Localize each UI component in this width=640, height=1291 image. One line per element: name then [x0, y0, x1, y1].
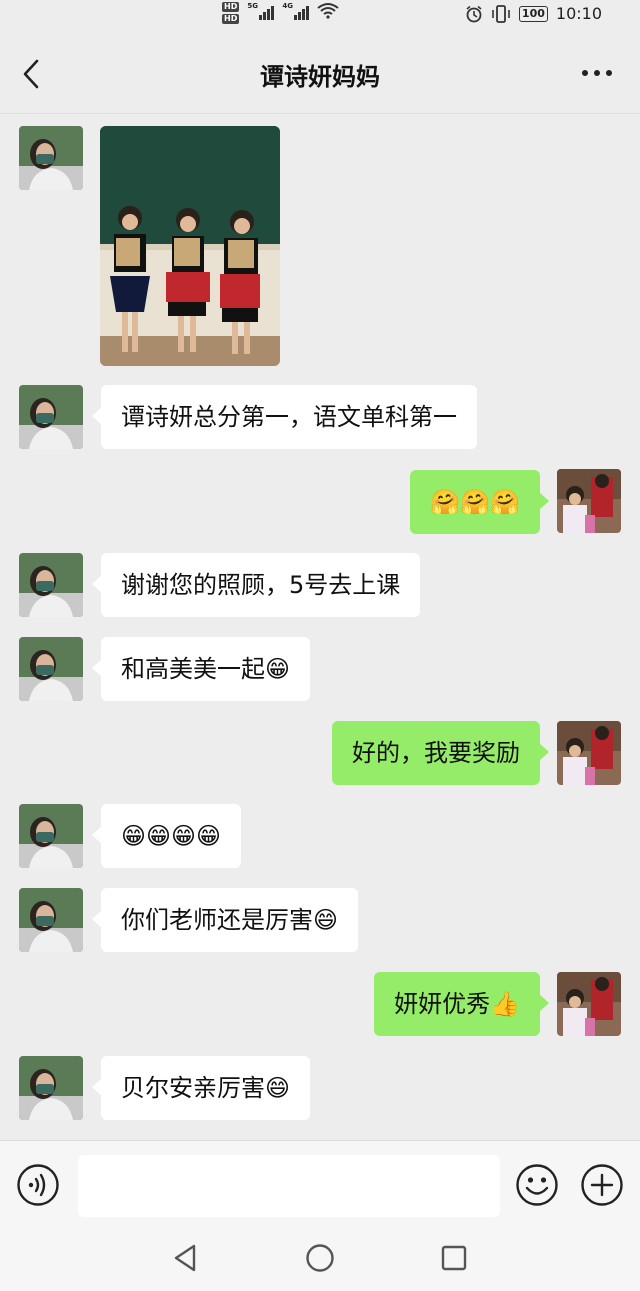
- message-bubble-incoming[interactable]: 😁😁😁😁: [91, 804, 242, 868]
- hd-badge: HD: [222, 14, 240, 24]
- message-bubble-outgoing[interactable]: 🤗🤗🤗: [410, 470, 549, 534]
- network-type: 4G: [282, 2, 293, 10]
- message-bubble-outgoing[interactable]: 妍妍优秀👍: [374, 972, 549, 1036]
- network-type: 5G: [247, 2, 258, 10]
- nav-recent-icon[interactable]: [438, 1242, 470, 1274]
- contact-avatar[interactable]: [19, 1056, 83, 1120]
- status-right: 100 10:10: [465, 4, 602, 23]
- message-bubble-outgoing[interactable]: 好的，我要奖励: [332, 721, 549, 785]
- signal-icon: 5G: [247, 2, 275, 20]
- signal-icon: 4G: [282, 2, 310, 20]
- voice-icon[interactable]: [16, 1163, 60, 1207]
- contact-avatar[interactable]: [19, 385, 83, 449]
- nav-back-icon[interactable]: [170, 1242, 202, 1274]
- clock: 10:10: [555, 4, 602, 23]
- battery-level: 100: [518, 5, 548, 22]
- system-nav-bar: [0, 1224, 640, 1291]
- plus-icon[interactable]: [580, 1163, 624, 1207]
- chat-header: 谭诗妍妈妈: [0, 30, 640, 114]
- message-bubble-incoming[interactable]: 谢谢您的照顾，5号去上课: [91, 553, 421, 617]
- nav-home-icon[interactable]: [304, 1242, 336, 1274]
- message-input[interactable]: [78, 1155, 500, 1217]
- status-bar: HD HD 5G 4G 100 10:10: [0, 0, 640, 30]
- contact-avatar[interactable]: [19, 637, 83, 701]
- message-bubble-incoming[interactable]: 贝尔安亲厉害😄: [91, 1056, 311, 1120]
- status-left: HD HD 5G 4G: [222, 2, 339, 24]
- my-avatar[interactable]: [557, 972, 621, 1036]
- message-bubble-incoming[interactable]: 和高美美一起😁: [91, 637, 311, 701]
- my-avatar[interactable]: [557, 469, 621, 533]
- image-message[interactable]: [100, 126, 280, 366]
- smile-icon[interactable]: [515, 1163, 559, 1207]
- contact-avatar[interactable]: [19, 888, 83, 952]
- contact-avatar[interactable]: [19, 126, 83, 190]
- chat-title: 谭诗妍妈妈: [260, 63, 380, 91]
- input-bar: [0, 1140, 640, 1224]
- my-avatar[interactable]: [557, 721, 621, 785]
- message-bubble-incoming[interactable]: 谭诗妍总分第一，语文单科第一: [92, 385, 477, 449]
- message-bubble-incoming[interactable]: 你们老师还是厉害😄: [91, 888, 359, 952]
- hd-badge: HD: [222, 2, 240, 12]
- alarm-icon: [466, 5, 482, 22]
- wifi-icon: [317, 3, 339, 19]
- contact-avatar[interactable]: [19, 553, 83, 617]
- message-list[interactable]: 谭诗妍总分第一，语文单科第一 🤗🤗🤗 谢谢您的照顾，5号去上课 和高美美一起😁 …: [0, 114, 640, 1140]
- more-dots-icon[interactable]: [582, 70, 612, 76]
- contact-avatar[interactable]: [19, 804, 83, 868]
- vibrate-icon: [492, 4, 510, 23]
- hd-badges: HD HD: [222, 2, 240, 24]
